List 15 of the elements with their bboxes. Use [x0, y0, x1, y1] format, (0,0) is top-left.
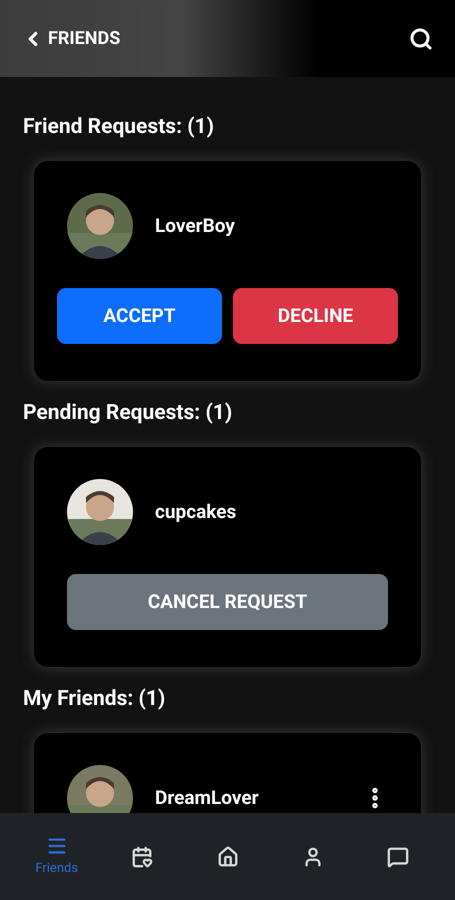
username: LoverBoy [155, 212, 236, 239]
search-icon[interactable] [409, 26, 433, 50]
username: DreamLover [155, 784, 260, 811]
section-title: My Friends: (1) [22, 686, 166, 714]
nav-tab[interactable]: Friends [14, 834, 100, 878]
cancel-button[interactable]: CANCEL REQUEST [67, 574, 388, 630]
decline-button[interactable]: DECLINE [233, 288, 398, 344]
house-icon [216, 846, 239, 868]
speech-bubble-icon [387, 846, 410, 868]
back-button[interactable]: FRIENDS [22, 25, 120, 52]
section-title: Friend Requests: (1) [22, 114, 215, 142]
calendar-icon [131, 846, 154, 868]
accept-button[interactable]: ACCEPT [57, 288, 222, 344]
username: cupcakes [155, 498, 238, 525]
section-title: Pending Requests: (1) [22, 400, 234, 428]
